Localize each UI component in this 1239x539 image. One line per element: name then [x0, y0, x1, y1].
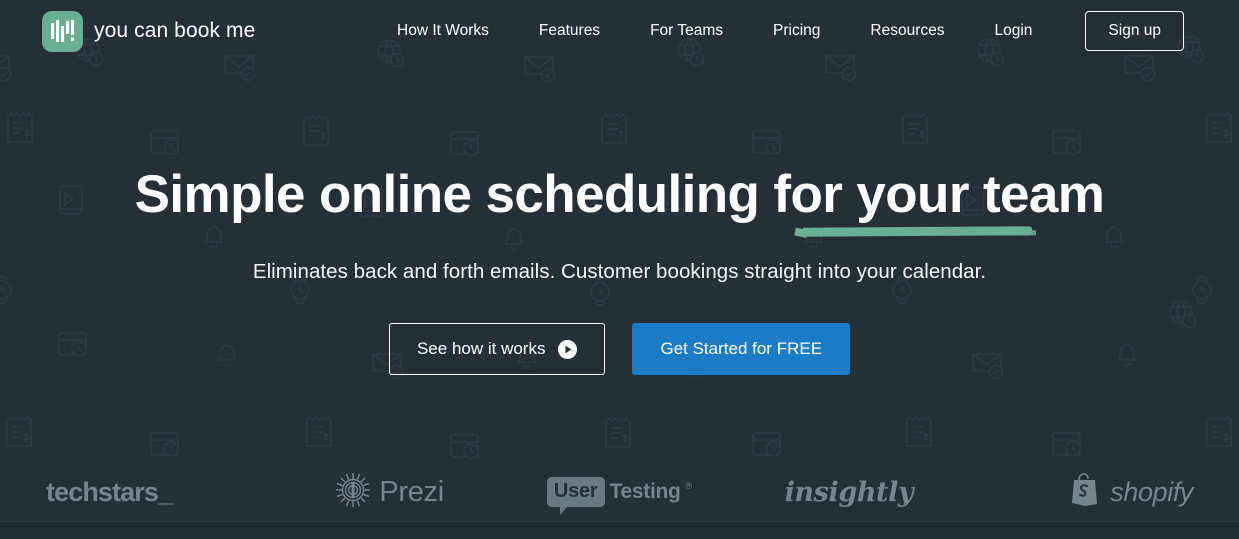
- hero-subtitle: Eliminates back and forth emails. Custom…: [252, 260, 987, 284]
- shopify-wordmark: shopify: [1110, 476, 1194, 507]
- techstars-wordmark: techstars_: [46, 476, 173, 507]
- nav-item-login[interactable]: Login: [969, 22, 1057, 40]
- main-navigation: How It Works Features For Teams Pricing …: [372, 11, 1184, 51]
- client-logo-prezi: Prezi: [275, 472, 504, 512]
- page-title: Simple online scheduling for your team: [134, 165, 1105, 224]
- landing-page: you can book me How It Works Features Fo…: [0, 0, 1239, 539]
- prezi-wordmark: Prezi: [379, 475, 444, 508]
- client-logo-usertesting: User Testing ®: [505, 477, 734, 515]
- play-circle-icon: [558, 339, 578, 359]
- client-logo-insightly: insightly: [734, 477, 963, 508]
- client-logo-strip: techstars_ Prezi User Testing ® insightl…: [0, 462, 1239, 522]
- bar-chart-logo-icon: [42, 10, 83, 52]
- client-logo-techstars: techstars_: [46, 477, 275, 508]
- usertesting-wordmark: Testing: [609, 480, 681, 503]
- insightly-wordmark: insightly: [784, 476, 914, 508]
- cta-button-row: See how it works Get Started for FREE: [0, 323, 1239, 376]
- hero-section: Simple online scheduling for your team E…: [0, 62, 1239, 376]
- usertesting-badge: User: [546, 477, 605, 515]
- see-how-it-works-label: See how it works: [416, 339, 546, 359]
- get-started-button[interactable]: Get Started for FREE: [632, 323, 851, 376]
- see-how-it-works-button[interactable]: See how it works: [388, 323, 606, 376]
- hero-title-wrapper: Simple online scheduling for your team: [134, 165, 1105, 237]
- brand-name: you can book me: [94, 19, 256, 42]
- nav-item-features[interactable]: Features: [514, 22, 625, 40]
- brush-underline-highlight: [802, 226, 1032, 237]
- nav-item-how-it-works[interactable]: How It Works: [372, 22, 514, 40]
- brand-logo-link[interactable]: you can book me: [42, 10, 256, 52]
- nav-item-for-teams[interactable]: For Teams: [625, 22, 748, 40]
- prezi-sunburst-icon: [336, 472, 371, 512]
- nav-item-resources[interactable]: Resources: [845, 22, 969, 40]
- page-bottom-band: [0, 522, 1239, 539]
- nav-item-pricing[interactable]: Pricing: [748, 22, 845, 40]
- signup-button[interactable]: Sign up: [1085, 11, 1184, 51]
- client-logo-shopify: shopify: [964, 473, 1193, 511]
- usertesting-trademark: ®: [685, 481, 693, 491]
- shopify-bag-icon: [1070, 473, 1100, 511]
- site-header: you can book me How It Works Features Fo…: [0, 0, 1239, 62]
